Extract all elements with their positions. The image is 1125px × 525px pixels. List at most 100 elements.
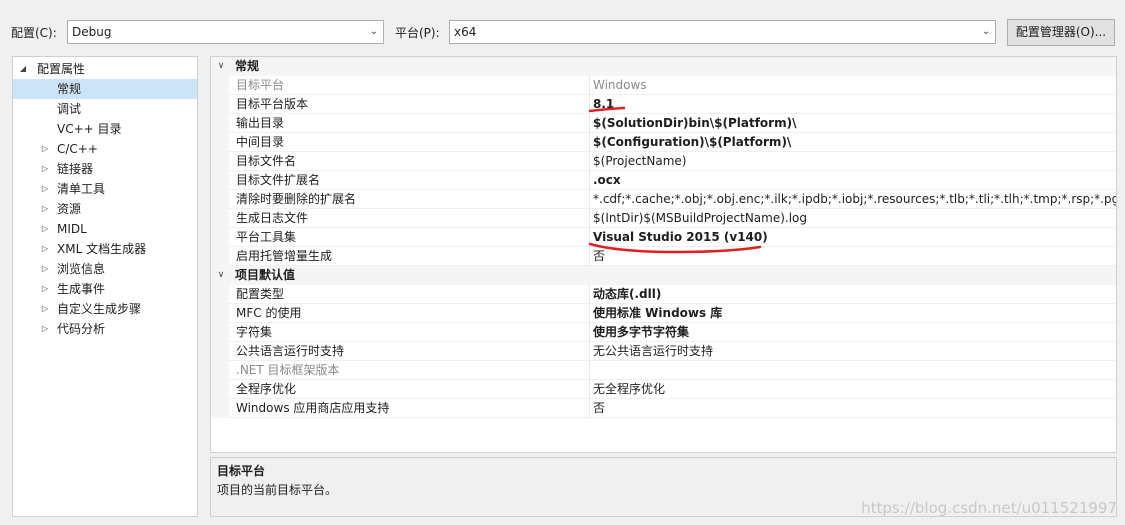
property-row[interactable]: 配置类型 动态库(.dll) <box>211 285 1116 304</box>
tree-item-label: XML 文档生成器 <box>57 242 147 256</box>
tree-item-label: 自定义生成步骤 <box>57 302 142 316</box>
property-row[interactable]: 清除时要删除的扩展名 *.cdf;*.cache;*.obj;*.obj.enc;… <box>211 190 1116 209</box>
config-dropdown[interactable]: Debug ⌄ <box>67 20 384 44</box>
row-gutter <box>211 247 229 266</box>
property-value[interactable]: Visual Studio 2015 (v140) <box>593 228 768 246</box>
tree-item[interactable]: ▷ XML 文档生成器 <box>13 239 197 259</box>
tree-item-label: VC++ 目录 <box>57 122 122 136</box>
property-category[interactable]: ∨ 常规 <box>211 57 1116 76</box>
platform-label: 平台(P): <box>395 26 440 40</box>
property-value[interactable]: $(IntDir)$(MSBuildProjectName).log <box>593 209 807 227</box>
property-row[interactable]: 目标文件名 $(ProjectName) <box>211 152 1116 171</box>
property-value[interactable]: 使用多字节字符集 <box>593 323 689 341</box>
property-value[interactable]: $(Configuration)\$(Platform)\ <box>593 133 791 151</box>
expand-triangle-icon[interactable]: ▷ <box>39 139 51 159</box>
row-gutter <box>211 190 229 209</box>
property-value[interactable]: $(SolutionDir)bin\$(Platform)\ <box>593 114 796 132</box>
platform-dropdown[interactable]: x64 ⌄ <box>449 20 996 44</box>
property-row[interactable]: 中间目录 $(Configuration)\$(Platform)\ <box>211 133 1116 152</box>
column-separator <box>589 285 590 304</box>
tree-item[interactable]: 调试 <box>13 99 197 119</box>
collapse-triangle-icon[interactable]: ◢ <box>17 59 29 79</box>
tree-item[interactable]: 常规 <box>13 79 197 99</box>
row-gutter <box>211 228 229 247</box>
property-row[interactable]: MFC 的使用 使用标准 Windows 库 <box>211 304 1116 323</box>
property-row[interactable]: 启用托管增量生成 否 <box>211 247 1116 266</box>
expand-triangle-icon[interactable]: ▷ <box>39 279 51 299</box>
column-separator <box>589 228 590 247</box>
expand-triangle-icon[interactable]: ▷ <box>39 239 51 259</box>
watermark-text: https://blog.csdn.net/u011521997 <box>861 499 1117 517</box>
property-value[interactable]: *.cdf;*.cache;*.obj;*.obj.enc;*.ilk;*.ip… <box>593 190 1116 208</box>
property-row[interactable]: 全程序优化 无全程序优化 <box>211 380 1116 399</box>
property-grid: ∨ 常规目标平台 Windows 目标平台版本 8.1 输出目录 $(SolutionDir… <box>210 56 1117 453</box>
property-row[interactable]: 输出目录 $(SolutionDir)bin\$(Platform)\ <box>211 114 1116 133</box>
column-separator <box>589 209 590 228</box>
tree-item[interactable]: ▷ 清单工具 <box>13 179 197 199</box>
column-separator <box>589 114 590 133</box>
config-value: Debug <box>72 25 112 39</box>
property-row[interactable]: 字符集 使用多字节字符集 <box>211 323 1116 342</box>
property-row[interactable]: 目标平台 Windows <box>211 76 1116 95</box>
expand-triangle-icon[interactable]: ▷ <box>39 259 51 279</box>
property-value[interactable]: 8.1 <box>593 95 614 113</box>
tree-item[interactable]: ▷ C/C++ <box>13 139 197 159</box>
tree-item[interactable]: ▷ 资源 <box>13 199 197 219</box>
expand-triangle-icon[interactable]: ▷ <box>39 159 51 179</box>
property-row[interactable]: Windows 应用商店应用支持 否 <box>211 399 1116 418</box>
tree-item[interactable]: ▷ 代码分析 <box>13 319 197 339</box>
tree-root-label: 配置属性 <box>37 62 86 76</box>
tree-item[interactable]: VC++ 目录 <box>13 119 197 139</box>
expand-triangle-icon[interactable]: ▷ <box>39 319 51 339</box>
tree-item[interactable]: ▷ 链接器 <box>13 159 197 179</box>
description-body: 项目的当前目标平台。 <box>217 483 338 497</box>
row-gutter <box>211 76 229 95</box>
property-row[interactable]: 生成日志文件 $(IntDir)$(MSBuildProjectName).log <box>211 209 1116 228</box>
tree-root-config-properties[interactable]: ◢ 配置属性 <box>13 59 197 79</box>
property-row[interactable]: 目标文件扩展名 .ocx <box>211 171 1116 190</box>
expand-triangle-icon[interactable]: ▷ <box>39 299 51 319</box>
collapse-chevron-icon[interactable]: ∨ <box>215 266 227 285</box>
tree-item[interactable]: ▷ 浏览信息 <box>13 259 197 279</box>
expand-triangle-icon[interactable]: ▷ <box>39 219 51 239</box>
row-gutter <box>211 361 229 380</box>
property-row[interactable]: 平台工具集 Visual Studio 2015 (v140) <box>211 228 1116 247</box>
property-name: MFC 的使用 <box>236 306 302 320</box>
property-value[interactable]: $(ProjectName) <box>593 152 686 170</box>
property-row[interactable]: 目标平台版本 8.1 <box>211 95 1116 114</box>
property-value[interactable]: .ocx <box>593 171 621 189</box>
category-title: 常规 <box>235 59 260 73</box>
configuration-toolbar: 配置(C): Debug ⌄ 平台(P): x64 ⌄ 配置管理器(O)... <box>0 0 1125 62</box>
tree-item[interactable]: ▷ 自定义生成步骤 <box>13 299 197 319</box>
column-separator <box>589 95 590 114</box>
tree-item-label: 清单工具 <box>57 182 106 196</box>
row-gutter <box>211 209 229 228</box>
tree-item[interactable]: ▷ MIDL <box>13 219 197 239</box>
row-gutter <box>211 133 229 152</box>
property-row[interactable]: 公共语言运行时支持 无公共语言运行时支持 <box>211 342 1116 361</box>
property-value[interactable]: 无公共语言运行时支持 <box>593 342 713 360</box>
row-gutter <box>211 323 229 342</box>
property-category[interactable]: ∨ 项目默认值 <box>211 266 1116 285</box>
row-gutter <box>211 171 229 190</box>
property-value[interactable]: 使用标准 Windows 库 <box>593 304 722 322</box>
tree-item[interactable]: ▷ 生成事件 <box>13 279 197 299</box>
property-value[interactable]: 无全程序优化 <box>593 380 665 398</box>
property-value[interactable]: 否 <box>593 247 605 265</box>
row-gutter <box>211 342 229 361</box>
property-name: 配置类型 <box>236 287 285 301</box>
config-manager-button[interactable]: 配置管理器(O)... <box>1007 19 1115 46</box>
collapse-chevron-icon[interactable]: ∨ <box>215 57 227 76</box>
column-separator <box>589 76 590 95</box>
column-separator <box>589 323 590 342</box>
property-value[interactable]: 否 <box>593 399 605 417</box>
row-gutter <box>211 399 229 418</box>
expand-triangle-icon[interactable]: ▷ <box>39 199 51 219</box>
property-value[interactable]: 动态库(.dll) <box>593 285 661 303</box>
property-value[interactable]: Windows <box>593 76 647 94</box>
platform-value: x64 <box>454 25 477 39</box>
tree-item-label: 生成事件 <box>57 282 106 296</box>
property-row[interactable]: .NET 目标框架版本 <box>211 361 1116 380</box>
property-name: 公共语言运行时支持 <box>236 344 345 358</box>
expand-triangle-icon[interactable]: ▷ <box>39 179 51 199</box>
